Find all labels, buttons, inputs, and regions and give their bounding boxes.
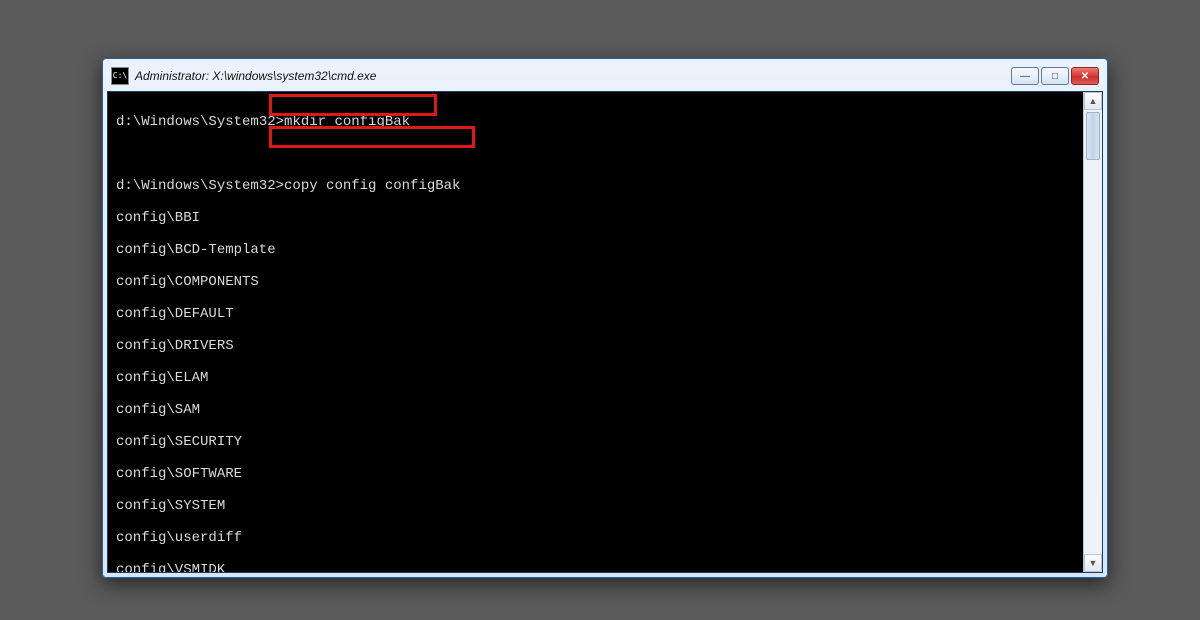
titlebar[interactable]: C:\ Administrator: X:\windows\system32\c… bbox=[107, 63, 1103, 91]
prompt: d:\Windows\System32> bbox=[116, 178, 284, 194]
output-line: config\userdiff bbox=[116, 530, 1076, 546]
window-controls: — □ ✕ bbox=[1011, 67, 1099, 85]
command-mkdir: mkdir configBak bbox=[284, 114, 410, 130]
command-copy: copy config configBak bbox=[284, 178, 460, 194]
maximize-button[interactable]: □ bbox=[1041, 67, 1069, 85]
vertical-scrollbar[interactable]: ▲ ▼ bbox=[1083, 92, 1102, 572]
cmd-window: C:\ Administrator: X:\windows\system32\c… bbox=[102, 58, 1108, 578]
output-line: config\ELAM bbox=[116, 370, 1076, 386]
scrollbar-thumb[interactable] bbox=[1086, 112, 1100, 160]
output-line: config\BCD-Template bbox=[116, 242, 1076, 258]
close-button[interactable]: ✕ bbox=[1071, 67, 1099, 85]
output-line: config\COMPONENTS bbox=[116, 274, 1076, 290]
window-title: Administrator: X:\windows\system32\cmd.e… bbox=[135, 69, 1011, 83]
output-line: config\SAM bbox=[116, 402, 1076, 418]
scroll-down-button[interactable]: ▼ bbox=[1084, 554, 1102, 572]
client-area: d:\Windows\System32>mkdir configBak d:\W… bbox=[107, 91, 1103, 573]
output-line: config\VSMIDK bbox=[116, 562, 1076, 573]
prompt: d:\Windows\System32> bbox=[116, 114, 284, 130]
output-line: config\SOFTWARE bbox=[116, 466, 1076, 482]
minimize-button[interactable]: — bbox=[1011, 67, 1039, 85]
terminal-output[interactable]: d:\Windows\System32>mkdir configBak d:\W… bbox=[108, 92, 1084, 572]
output-line: config\BBI bbox=[116, 210, 1076, 226]
output-line: config\SYSTEM bbox=[116, 498, 1076, 514]
scrollbar-track[interactable] bbox=[1084, 110, 1102, 554]
output-line: config\DRIVERS bbox=[116, 338, 1076, 354]
output-line: config\DEFAULT bbox=[116, 306, 1076, 322]
scroll-up-button[interactable]: ▲ bbox=[1084, 92, 1102, 110]
output-line: config\SECURITY bbox=[116, 434, 1076, 450]
cmd-icon: C:\ bbox=[111, 67, 129, 85]
